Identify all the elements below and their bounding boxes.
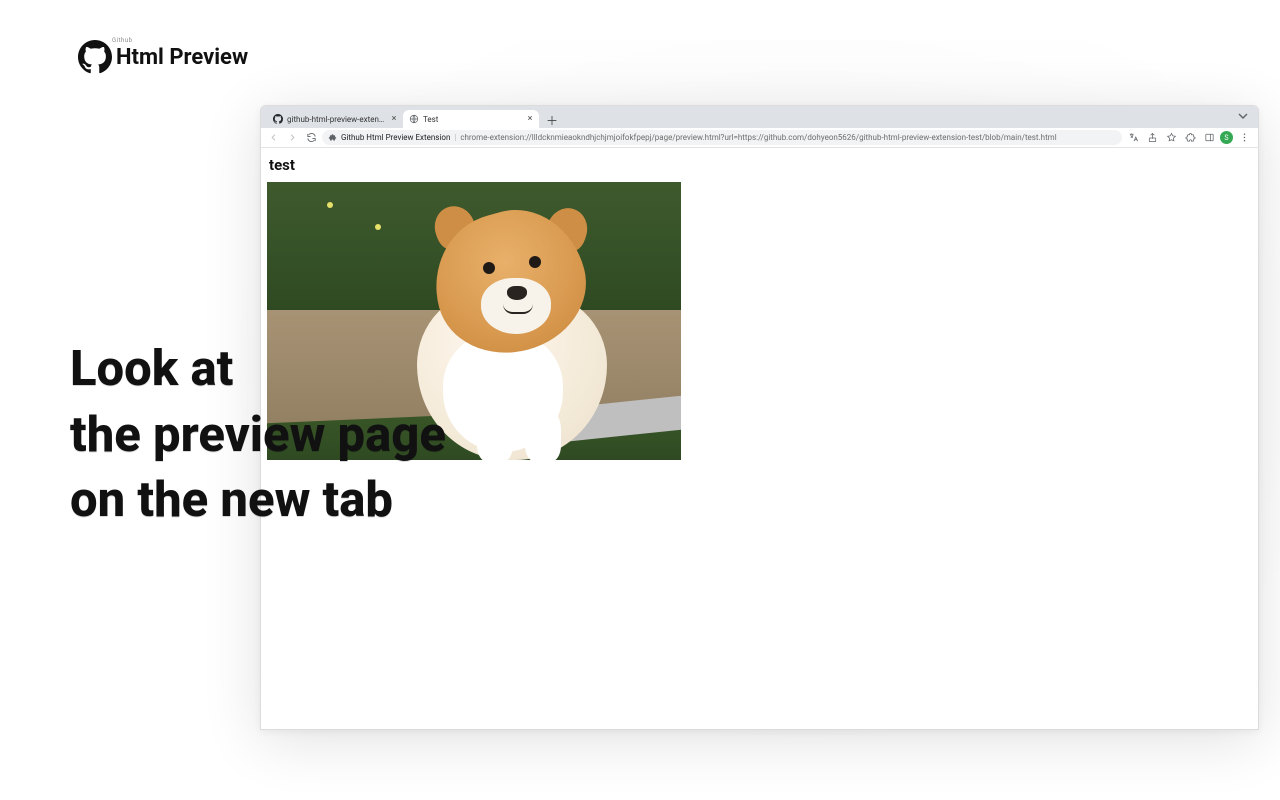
headline-line2: the preview page	[70, 402, 446, 468]
tab-label: Test	[423, 115, 521, 124]
header-sublabel: Github	[112, 37, 133, 44]
window-caret-icon[interactable]	[1234, 110, 1252, 122]
headline-line3: on the new tab	[70, 467, 446, 533]
tab-github-repo[interactable]: github-html-preview-extension ×	[267, 110, 403, 128]
new-tab-button[interactable]: ＋	[543, 112, 561, 128]
reload-button[interactable]	[303, 130, 319, 146]
url-extension-name: Github Html Preview Extension	[341, 133, 450, 142]
menu-icon[interactable]	[1236, 130, 1252, 146]
close-icon[interactable]: ×	[389, 114, 399, 124]
url-separator: |	[454, 133, 456, 142]
url-path: chrome-extension://llldcknmieaokndhjchjm…	[460, 133, 1056, 142]
back-button[interactable]	[265, 130, 281, 146]
page-heading: test	[269, 156, 1252, 174]
close-icon[interactable]: ×	[525, 114, 535, 124]
globe-icon	[409, 114, 419, 124]
url-bar[interactable]: Github Html Preview Extension | chrome-e…	[322, 130, 1122, 145]
puzzle-icon	[328, 133, 337, 142]
promo-headline: Look at the preview page on the new tab	[70, 336, 446, 533]
tab-label: github-html-preview-extension	[287, 115, 385, 124]
browser-toolbar: Github Html Preview Extension | chrome-e…	[261, 128, 1258, 148]
star-icon[interactable]	[1163, 130, 1179, 146]
profile-avatar[interactable]: S	[1220, 131, 1233, 144]
forward-button[interactable]	[284, 130, 300, 146]
headline-line1: Look at	[70, 336, 446, 402]
puzzle-icon[interactable]	[1182, 130, 1198, 146]
tab-preview[interactable]: Test ×	[403, 110, 539, 128]
toolbar-right: S	[1125, 130, 1254, 146]
github-icon	[273, 114, 283, 124]
github-icon	[76, 40, 114, 74]
panel-icon[interactable]	[1201, 130, 1217, 146]
tab-strip: github-html-preview-extension × Test × ＋	[261, 106, 1258, 128]
share-icon[interactable]	[1144, 130, 1160, 146]
translate-icon[interactable]	[1125, 130, 1141, 146]
